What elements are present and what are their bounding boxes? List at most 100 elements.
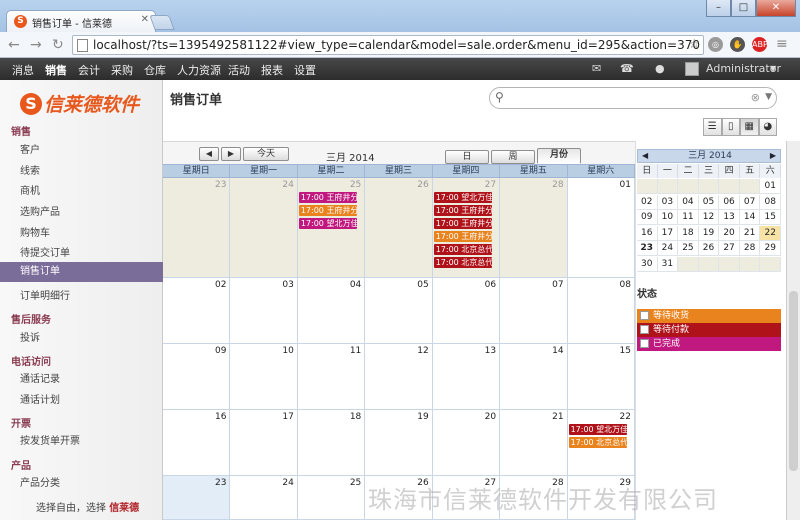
mini-calendar-day[interactable]: 26: [698, 241, 720, 256]
mini-calendar-day[interactable]: 31: [657, 256, 679, 272]
close-window-icon[interactable]: ✕: [756, 0, 796, 17]
calendar-event[interactable]: 17:00 王府井分: [433, 218, 492, 229]
menu-item-messages[interactable]: 消息: [12, 62, 34, 78]
calendar-day-cell[interactable]: 03: [230, 278, 298, 344]
bookmark-star-icon[interactable]: ☆: [688, 36, 700, 54]
sidebar-item-pending-orders[interactable]: 待提交订单: [20, 244, 70, 259]
minimize-icon[interactable]: –: [706, 0, 731, 17]
list-view-icon[interactable]: ☰: [703, 118, 722, 136]
mini-calendar-day[interactable]: 04: [678, 194, 699, 210]
week-view-tab[interactable]: 周: [491, 150, 535, 164]
mini-calendar-day[interactable]: 11: [678, 210, 699, 225]
menu-item-purchase[interactable]: 采购: [111, 62, 133, 78]
user-dropdown-icon[interactable]: ▼: [770, 64, 776, 73]
calendar-day-cell[interactable]: 08: [567, 278, 635, 344]
mini-calendar-day[interactable]: 29: [760, 241, 781, 256]
graph-view-icon[interactable]: ◕: [758, 118, 777, 136]
mini-calendar-day[interactable]: 21: [739, 225, 761, 241]
mini-calendar-day[interactable]: 07: [739, 194, 761, 210]
sidebar-item-product-categories[interactable]: 产品分类: [20, 474, 60, 489]
calendar-day-cell[interactable]: 17: [230, 410, 298, 476]
calendar-day-cell[interactable]: 01: [567, 178, 635, 278]
chat-icon[interactable]: ☎: [620, 62, 634, 75]
state-filter-item[interactable]: 等待付款: [637, 323, 781, 337]
calendar-day-cell[interactable]: 09: [163, 344, 231, 410]
calendar-event[interactable]: 17:00 望北万佳: [433, 192, 492, 203]
state-filter-item[interactable]: 等待收货: [637, 309, 781, 323]
menu-item-reports[interactable]: 报表: [261, 62, 283, 78]
calendar-day-cell[interactable]: 23: [163, 178, 231, 278]
calendar-day-cell[interactable]: 06: [432, 278, 501, 344]
search-input[interactable]: ⚲ ⊗ ▼: [489, 87, 777, 109]
footer-brand[interactable]: 信莱德: [109, 503, 139, 514]
mail-icon[interactable]: ✉: [592, 62, 601, 75]
clear-search-icon[interactable]: ⊗: [751, 91, 760, 104]
avatar[interactable]: [685, 62, 699, 76]
calendar-day-cell[interactable]: 19: [365, 410, 433, 476]
calendar-event[interactable]: 17:00 望北万佳: [568, 424, 627, 435]
state-filter-item[interactable]: 已完成: [637, 337, 781, 351]
calendar-day-cell[interactable]: 14: [500, 344, 568, 410]
status-icon[interactable]: ●: [655, 62, 665, 75]
sidebar-item-call-log[interactable]: 通话记录: [20, 370, 60, 385]
mini-calendar-day[interactable]: 18: [678, 225, 699, 241]
calendar-event[interactable]: 17:00 北京总代: [433, 244, 492, 255]
scrollbar-thumb[interactable]: [789, 291, 798, 471]
mini-calendar-day[interactable]: 13: [719, 210, 740, 225]
back-icon[interactable]: ←: [8, 37, 20, 53]
calendar-event[interactable]: 17:00 望北万佳: [298, 218, 357, 229]
menu-item-activities[interactable]: 活动: [228, 62, 250, 78]
today-button[interactable]: 今天: [243, 147, 289, 161]
extension-hand-icon[interactable]: ✋: [730, 37, 745, 52]
calendar-day-cell[interactable]: 07: [500, 278, 568, 344]
tab-close-icon[interactable]: ✕: [141, 14, 149, 25]
menu-item-accounting[interactable]: 会计: [78, 62, 100, 78]
menu-icon[interactable]: ≡: [776, 36, 788, 52]
mini-calendar-day[interactable]: 12: [698, 210, 720, 225]
mini-calendar-day[interactable]: 23: [637, 241, 658, 256]
calendar-event[interactable]: 17:00 王府井分: [298, 205, 357, 216]
mini-calendar-day[interactable]: 22: [760, 225, 781, 241]
calendar-day-cell[interactable]: 12: [365, 344, 433, 410]
calendar-day-cell[interactable]: 20: [432, 410, 501, 476]
calendar-day-cell[interactable]: 23: [163, 476, 231, 520]
calendar-event[interactable]: 17:00 王府井分: [433, 231, 492, 242]
extension-icon[interactable]: ◎: [708, 37, 723, 52]
mini-calendar-day[interactable]: 30: [637, 256, 658, 272]
mini-calendar-day[interactable]: 24: [657, 241, 679, 256]
mini-calendar-day[interactable]: 15: [760, 210, 781, 225]
sidebar-item-cart[interactable]: 购物车: [20, 224, 50, 239]
mini-calendar-day[interactable]: 06: [719, 194, 740, 210]
mini-calendar-day[interactable]: 25: [678, 241, 699, 256]
day-view-tab[interactable]: 日: [445, 150, 489, 164]
calendar-event[interactable]: 17:00 北京总代: [568, 437, 627, 448]
browser-tab[interactable]: S 销售订单 - 信莱德 ✕: [6, 10, 156, 32]
menu-item-warehouse[interactable]: 仓库: [144, 62, 166, 78]
mini-calendar-day[interactable]: 08: [760, 194, 781, 210]
next-month-button[interactable]: ▶: [221, 147, 241, 161]
month-view-tab[interactable]: 月份: [537, 148, 581, 164]
mini-calendar-day[interactable]: 17: [657, 225, 679, 241]
mini-calendar-day[interactable]: 02: [637, 194, 658, 210]
mini-calendar-day[interactable]: 09: [637, 210, 658, 225]
adblock-icon[interactable]: ABP: [752, 37, 768, 52]
calendar-day-cell[interactable]: 21: [500, 410, 568, 476]
scrollbar[interactable]: [786, 141, 800, 520]
form-view-icon[interactable]: ▯: [721, 118, 740, 136]
calendar-day-cell[interactable]: 05: [365, 278, 433, 344]
calendar-day-cell[interactable]: 16: [163, 410, 231, 476]
calendar-event[interactable]: 17:00 王府井分: [298, 192, 357, 203]
sidebar-item-leads[interactable]: 线索: [20, 162, 40, 177]
sidebar-item-customers[interactable]: 客户: [20, 141, 40, 156]
prev-month-button[interactable]: ◀: [199, 147, 219, 161]
mini-calendar-day[interactable]: 27: [719, 241, 740, 256]
sidebar-item-sales-orders[interactable]: 销售订单: [0, 262, 163, 282]
mini-calendar-day[interactable]: 28: [739, 241, 761, 256]
calendar-day-cell[interactable]: 13: [432, 344, 501, 410]
sidebar-item-opportunities[interactable]: 商机: [20, 182, 40, 197]
sidebar-item-complaints[interactable]: 投诉: [20, 329, 40, 344]
calendar-day-cell[interactable]: 24: [230, 476, 298, 520]
mini-calendar-day[interactable]: 03: [657, 194, 679, 210]
calendar-day-cell[interactable]: 10: [230, 344, 298, 410]
mini-calendar-day[interactable]: 10: [657, 210, 679, 225]
